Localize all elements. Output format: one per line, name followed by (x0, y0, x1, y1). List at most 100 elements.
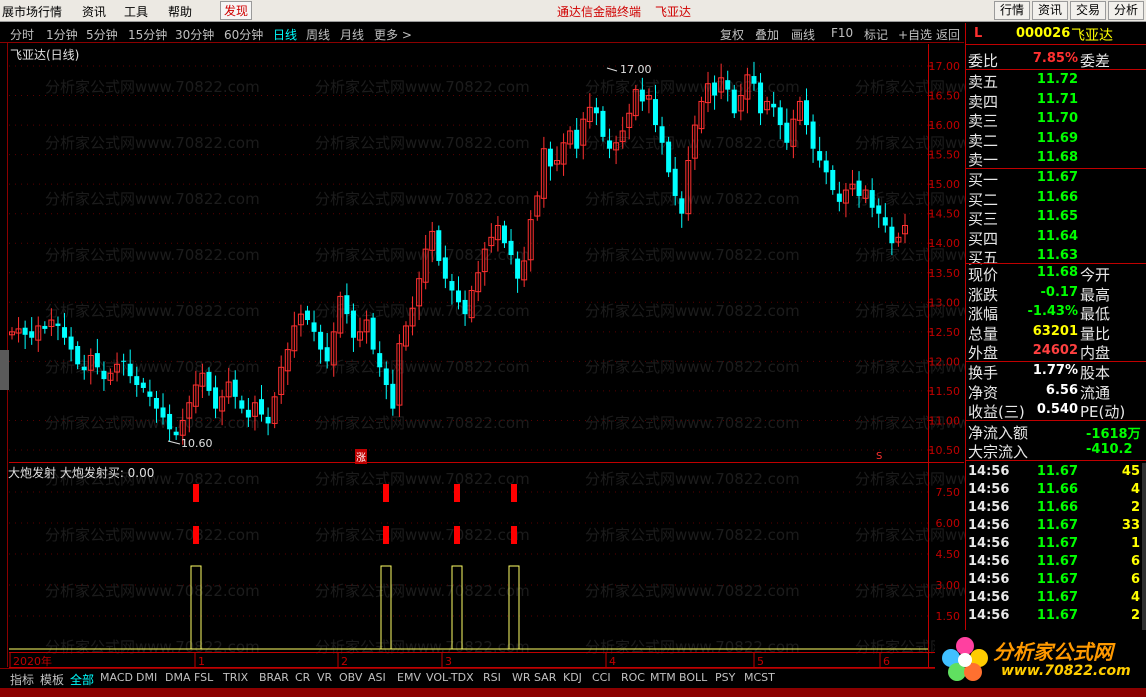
candle-body-down (265, 416, 271, 424)
stat-label2: 最低 (1080, 305, 1111, 323)
indicator-tab-dma[interactable]: DMA (165, 671, 191, 684)
indicator-tab-fsl[interactable]: FSL (194, 671, 213, 684)
buy-level-value: 11.67 (1036, 170, 1078, 185)
watermark-text: 分析家公式网www.70822.com (45, 190, 260, 208)
indicator-tab-vr[interactable]: VR (317, 671, 332, 684)
trade-button[interactable]: 交易 (1069, 1, 1106, 20)
price-axis-label: 11.50 (929, 385, 961, 398)
candle-body-down (882, 217, 888, 226)
candle-body-down (547, 148, 553, 167)
candle-body-down (830, 169, 836, 191)
stat-value: 63201 (1032, 323, 1078, 339)
news-button[interactable]: 资讯 (1031, 1, 1068, 20)
candle-body-down (173, 431, 179, 436)
indicator-tab-cci[interactable]: CCI (592, 671, 611, 684)
indicator-tab-全部[interactable]: 全部 (70, 671, 94, 688)
stat-value: -1.43% (1027, 304, 1079, 319)
candle-body-down (29, 331, 35, 338)
stat-label2: 今开 (1080, 266, 1111, 284)
quote-button[interactable]: 行情 (993, 1, 1030, 20)
indicator-tab-psy[interactable]: PSY (715, 671, 735, 684)
indicator-tab-mtm[interactable]: MTM (650, 671, 676, 684)
sell-level-label: 卖三 (968, 112, 999, 130)
price-axis-label: 12.50 (929, 326, 961, 339)
indicator-tab-dmi[interactable]: DMI (136, 671, 157, 684)
candle-body-down (390, 383, 396, 409)
stat-extra-value: 6.56 (1045, 382, 1078, 398)
status-strip (0, 688, 1146, 697)
flow-label: 大宗流入 (968, 443, 1029, 461)
indicator-axis-label: 4.50 (936, 548, 961, 561)
indicator-tab-wr[interactable]: WR (512, 671, 531, 684)
indicator-tab-cr[interactable]: CR (295, 671, 310, 684)
sell-level-label: 卖二 (968, 131, 999, 150)
tick-row: 14:56 11.66 2 (968, 500, 1144, 518)
signal-bar-lower (454, 526, 460, 544)
watermark-text: 分析家公式网www.70822.com (585, 470, 800, 488)
candle-body-down (383, 368, 389, 386)
watermark-text: 分析家公式网www.70822.com (585, 638, 800, 656)
tick-volume: 6 (1130, 554, 1140, 569)
candle-body-down (758, 82, 764, 114)
candle-body-down (652, 99, 658, 126)
watermark-text: 分析家公式网www.70822.com (315, 638, 530, 656)
sell-level-row: 卖二 11.69 (968, 130, 1144, 150)
marker-s: S (876, 451, 883, 462)
sell-level-value: 11.69 (1036, 130, 1078, 146)
indicator-tab-指标[interactable]: 指标 (10, 671, 34, 688)
tick-volume: 2 (1130, 608, 1140, 623)
indicator-tab-模板[interactable]: 模板 (40, 671, 64, 688)
buy-level-value: 11.66 (1036, 189, 1078, 205)
date-axis-label: 2 (341, 655, 348, 668)
candle-body-down (508, 240, 514, 256)
stat-label: 涨幅 (968, 305, 999, 323)
sell-level-row: 卖五 11.72 (968, 71, 1144, 91)
indicator-tab-trix[interactable]: TRIX (223, 671, 248, 684)
stat-row: 总量 63201 量比 (968, 323, 1144, 343)
analysis-button[interactable]: 分析 (1107, 1, 1144, 20)
tick-price: 11.66 (1036, 500, 1078, 515)
signal-bar-upper (511, 484, 517, 502)
candle-body-down (607, 140, 613, 149)
buy-level-row: 买三 11.65 (968, 208, 1144, 228)
flow-value: -1618万 (1086, 427, 1141, 442)
stat-label2: 最高 (1080, 285, 1111, 304)
low-label: 10.60 (181, 437, 213, 450)
candle-body-down (659, 126, 665, 143)
stat-extra-row: 换手 1.77% 股本 (968, 362, 1144, 382)
tick-row: 14:56 11.67 2 (968, 608, 1144, 626)
buy-level-row: 买二 11.66 (968, 189, 1144, 209)
indicator-tab-brar[interactable]: BRAR (259, 671, 289, 684)
candle-body-down (462, 299, 468, 315)
indicator-tab-vol-tdx[interactable]: VOL-TDX (426, 671, 474, 684)
indicator-tab-boll[interactable]: BOLL (679, 671, 707, 684)
indicator-tab-emv[interactable]: EMV (397, 671, 421, 684)
sell-level-row: 卖一 11.68 (968, 149, 1144, 169)
price-axis-label: 13.00 (929, 296, 961, 309)
tick-scrollbar[interactable] (1142, 463, 1146, 643)
indicator-axis-label: 3.00 (936, 579, 961, 592)
stat-extra-label2: 股本 (1080, 364, 1111, 382)
indicator-tab-sar[interactable]: SAR (534, 671, 556, 684)
candle-body-down (600, 110, 606, 137)
candle-body-down (771, 103, 777, 108)
kline-chart[interactable]: 分析家公式网www.70822.com 分析家公式网www.70822.com 分析… (0, 0, 965, 668)
stock-code: 000026 (1016, 26, 1071, 41)
indicator-tab-kdj[interactable]: KDJ (563, 671, 582, 684)
indicator-tab-mcst[interactable]: MCST (744, 671, 775, 684)
candle-body-down (810, 121, 816, 149)
indicator-tab-rsi[interactable]: RSI (483, 671, 501, 684)
tick-row: 14:56 11.67 1 (968, 536, 1144, 554)
indicator-tab-obv[interactable]: OBV (339, 671, 362, 684)
indicator-tab-macd[interactable]: MACD (100, 671, 133, 684)
indicator-tab-roc[interactable]: ROC (621, 671, 645, 684)
tick-row: 14:56 11.67 6 (968, 572, 1144, 590)
candle-body-down (370, 317, 376, 350)
tick-row: 14:56 11.66 4 (968, 482, 1144, 500)
buy-level-row: 买一 11.67 (968, 169, 1144, 189)
indicator-tab-asi[interactable]: ASI (368, 671, 386, 684)
tick-time: 14:56 (968, 608, 1010, 623)
watermark-text: 分析家公式网www.70822.com (585, 302, 800, 320)
candle-body-down (62, 327, 68, 338)
watermark-text: 分析家公式网www.70822.com (45, 134, 260, 152)
